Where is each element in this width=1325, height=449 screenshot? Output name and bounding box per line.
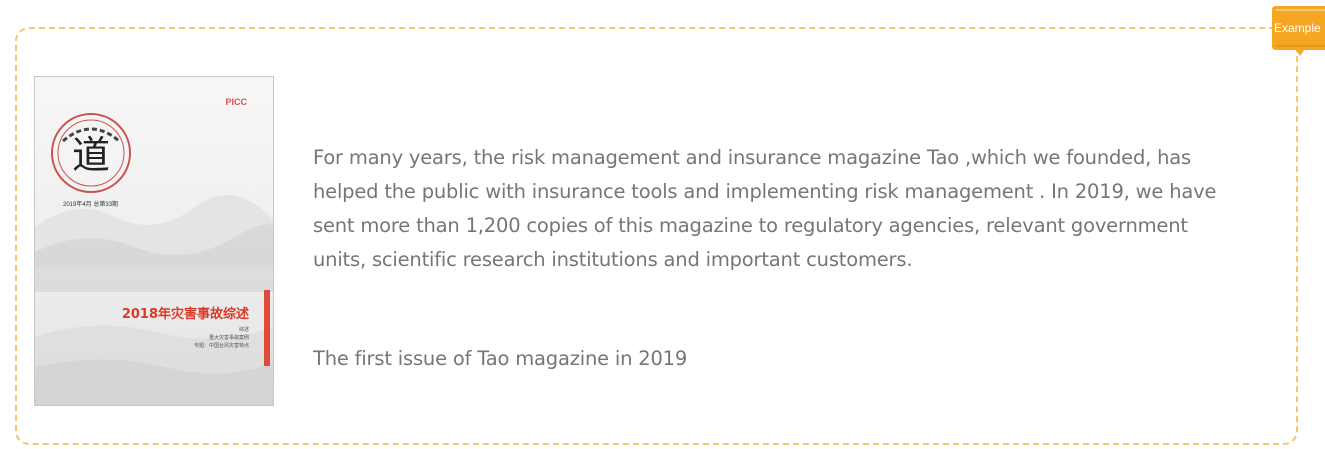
cover-subtitle-line: 综述 <box>238 327 249 333</box>
magazine-description: For many years, the risk management and … <box>313 146 1217 271</box>
cover-caption: The first issue of Tao magazine in 2019 <box>313 347 688 370</box>
publisher-logo: PICC <box>225 97 247 107</box>
example-tag-label: Example <box>1274 21 1321 35</box>
cover-red-bar <box>264 290 270 366</box>
issue-date: 2019年4月 总第33期 <box>63 202 119 208</box>
example-tag: Example <box>1268 4 1325 56</box>
seal-glyph: 道 <box>72 133 110 177</box>
cover-subtitle-line: 重大灾害事故案例 <box>208 335 249 341</box>
cover-title: 2018年灾害事故综述 <box>121 307 249 322</box>
cover-subtitles: 综述 重大灾害事故案例 专题：中国台风灾害特点 <box>194 326 249 350</box>
cover-subtitle-line: 专题：中国台风灾害特点 <box>193 343 249 349</box>
magazine-cover-image: PICC 道 2019年4月 总第33期 2018年灾害事故综述 综述 重大灾害… <box>34 76 274 406</box>
magazine-seal: 道 <box>49 111 133 195</box>
